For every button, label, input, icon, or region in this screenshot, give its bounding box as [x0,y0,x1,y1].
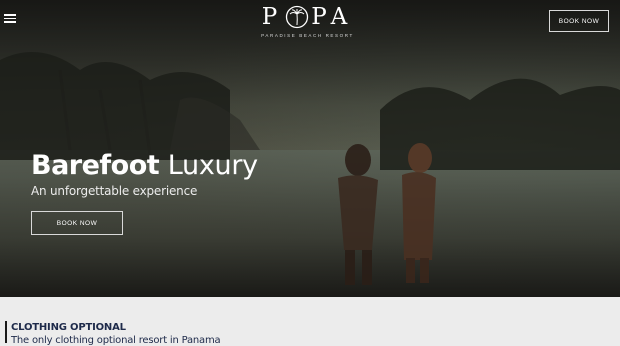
section-subheading: The only clothing optional resort in Pan… [11,335,221,346]
logo-tagline: PARADISE BEACH RESORT [261,33,354,38]
header-book-now-button[interactable]: BOOK NOW [549,10,609,32]
headline-light-word: Luxury [167,150,258,181]
palm-tree-logo-icon [286,5,309,29]
logo-wordmark: P PA [240,4,375,30]
hero-section: P PA PARADISE BEACH RESORT BOOK NOW Bare… [0,0,620,297]
logo-letter-p: P [261,4,284,30]
clothing-optional-section: CLOTHING OPTIONAL The only clothing opti… [0,297,620,346]
hero-headline: Barefoot Luxury [31,148,258,184]
hamburger-menu-icon[interactable] [4,12,16,26]
hero-book-now-button[interactable]: BOOK NOW [31,211,123,235]
hero-subline: An unforgettable experience [31,184,198,198]
section-heading: CLOTHING OPTIONAL [11,322,126,333]
section-accent-bar [5,321,7,343]
logo[interactable]: P PA PARADISE BEACH RESORT [240,4,375,38]
headline-bold-word: Barefoot [31,150,160,181]
logo-letters-pa: PA [311,4,354,30]
